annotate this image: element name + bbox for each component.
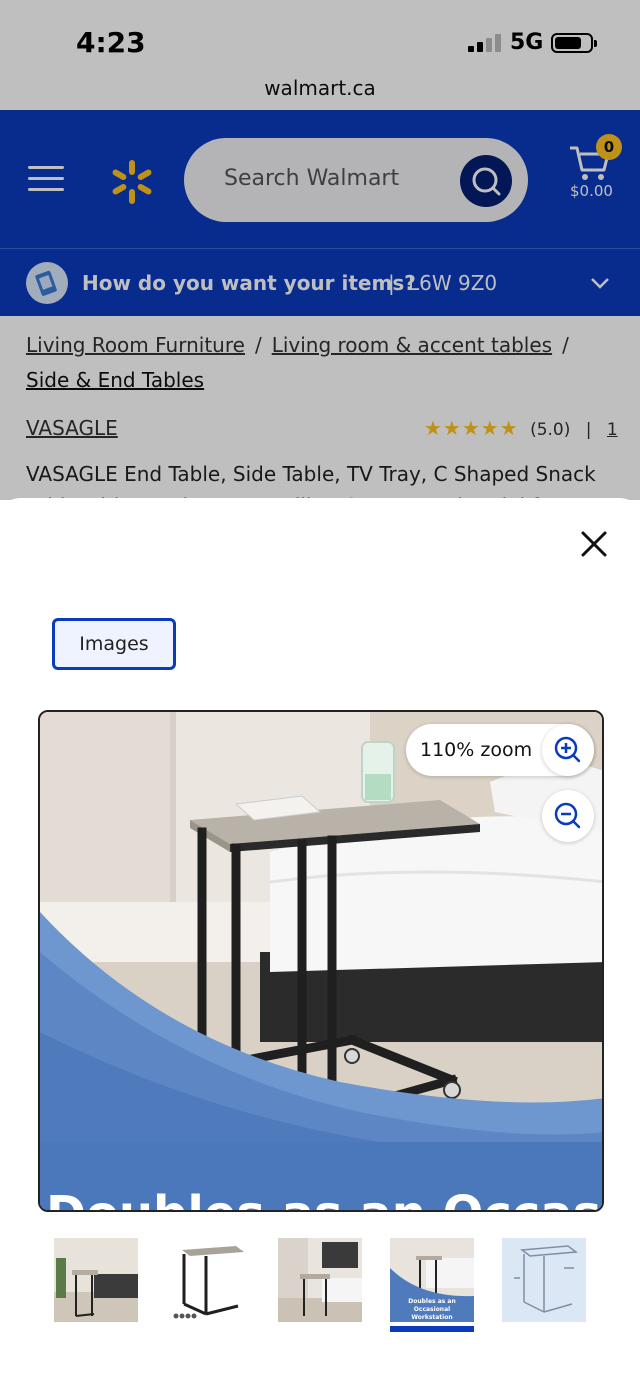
thumbnail-5[interactable] — [502, 1238, 586, 1322]
thumbnail-strip: Doubles as an Occasional Workstation — [0, 1236, 640, 1336]
zoom-out-button[interactable] — [542, 790, 594, 842]
selected-thumbnail-indicator — [390, 1326, 474, 1332]
zoom-out-icon — [554, 802, 581, 829]
product-image-viewer[interactable]: Doubles as an Occasional 110% zoom — [38, 710, 604, 1212]
tab-images[interactable]: Images — [52, 618, 176, 670]
thumbnail-1[interactable] — [54, 1238, 138, 1322]
zoom-level: 110% zoom — [420, 739, 533, 761]
image-caption: Doubles as an Occasional — [46, 1190, 602, 1210]
zoom-in-icon — [554, 736, 581, 763]
modal-backdrop[interactable] — [0, 0, 640, 500]
thumbnail-3[interactable] — [278, 1238, 362, 1322]
close-icon[interactable] — [578, 528, 610, 560]
thumbnail-2[interactable] — [166, 1238, 250, 1322]
image-viewer-modal: Images 110% zoom Doubles as an Occasiona… — [0, 498, 640, 1386]
product-image — [40, 712, 602, 1210]
thumbnail-4-caption: Doubles as an Occasional Workstation — [408, 1298, 456, 1321]
zoom-in-button[interactable] — [542, 724, 594, 776]
thumbnail-4[interactable]: Doubles as an Occasional Workstation — [390, 1238, 474, 1322]
